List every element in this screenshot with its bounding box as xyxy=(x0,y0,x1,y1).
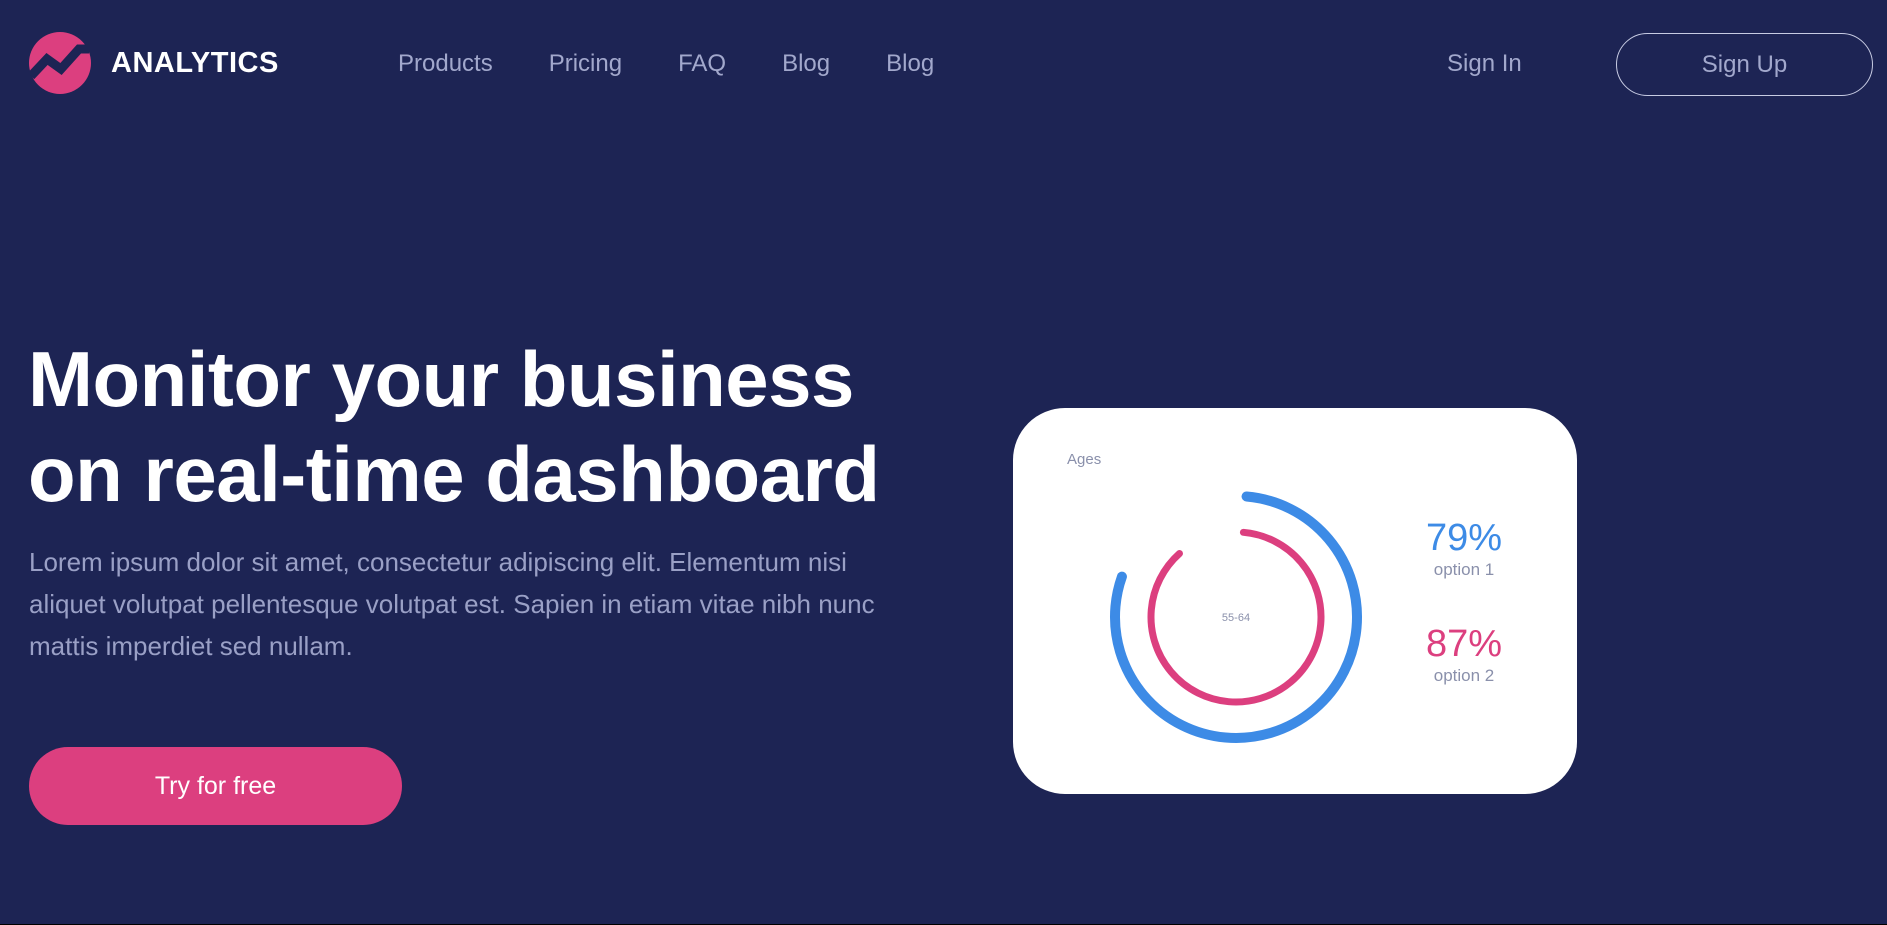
card-title: Ages xyxy=(1067,451,1102,468)
nav-item-products[interactable]: Products xyxy=(398,48,493,80)
nav-item-pricing[interactable]: Pricing xyxy=(549,48,622,80)
radial-progress-chart: 55-64 xyxy=(1110,491,1362,743)
stat-value: 79% xyxy=(1425,517,1503,559)
logo-link[interactable]: ANALYTICS xyxy=(29,32,279,94)
landing-page: ANALYTICS Products Pricing FAQ Blog Blog… xyxy=(0,0,1887,925)
hero-description: Lorem ipsum dolor sit amet, consectetur … xyxy=(29,547,875,661)
hero-title-line-1: Monitor your business xyxy=(28,335,854,423)
main-nav: Products Pricing FAQ Blog Blog xyxy=(398,48,990,80)
stat-option-2: 87% option 2 xyxy=(1394,623,1534,687)
stat-label: option 1 xyxy=(1433,560,1495,579)
nav-item-faq[interactable]: FAQ xyxy=(678,48,726,80)
stat-option-1: 79% option 1 xyxy=(1394,517,1534,581)
nav-item-blog-2[interactable]: Blog xyxy=(886,48,934,80)
ring-center-label: 55-64 xyxy=(1222,612,1250,624)
sign-up-button[interactable]: Sign Up xyxy=(1616,33,1873,96)
brand-name: ANALYTICS xyxy=(111,46,279,79)
hero-title: Monitor your business on real-time dashb… xyxy=(28,332,928,522)
site-header: ANALYTICS Products Pricing FAQ Blog Blog… xyxy=(0,0,1887,128)
nav-item-blog[interactable]: Blog xyxy=(782,48,830,80)
stat-label: option 2 xyxy=(1433,666,1495,685)
logo-icon xyxy=(29,32,91,94)
hero-title-line-2: on real-time dashboard xyxy=(28,430,880,518)
stat-value: 87% xyxy=(1425,623,1503,665)
dashboard-preview-card: Ages 55-64 79% option 1 87% option 2 xyxy=(1013,408,1577,794)
sign-in-link[interactable]: Sign In xyxy=(1447,48,1522,80)
try-for-free-button[interactable]: Try for free xyxy=(29,747,402,825)
